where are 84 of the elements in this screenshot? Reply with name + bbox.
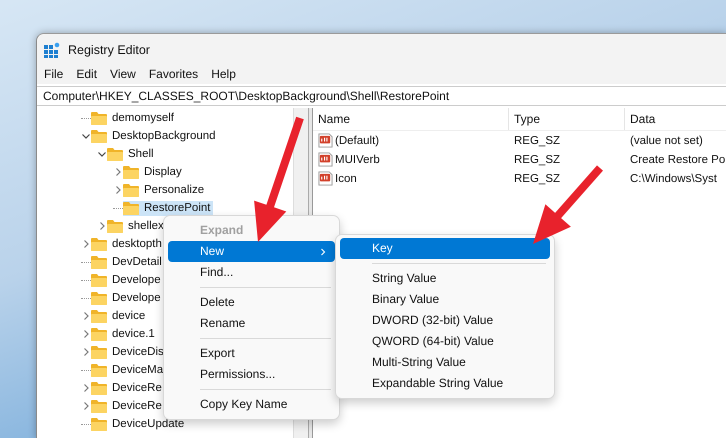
chevron-right-icon[interactable] bbox=[81, 329, 91, 339]
menu-item[interactable]: Edit bbox=[76, 67, 98, 81]
column-header[interactable]: Type bbox=[509, 108, 625, 130]
value-data: (value not set) bbox=[629, 134, 704, 146]
tree-item[interactable]: DeviceUpdate bbox=[91, 416, 188, 432]
tree-item[interactable]: desktopth bbox=[91, 236, 165, 252]
tree-item[interactable]: Develope bbox=[91, 290, 164, 306]
value-name[interactable]: (Default) bbox=[335, 134, 380, 146]
menu-item[interactable]: Delete bbox=[168, 292, 335, 313]
menu-item[interactable]: Binary Value bbox=[340, 289, 550, 310]
value-type: REG_SZ bbox=[513, 134, 562, 146]
value-name[interactable]: MUIVerb bbox=[335, 154, 380, 166]
tree-item[interactable]: RestorePoint bbox=[123, 200, 214, 216]
tree-item[interactable]: Develope bbox=[91, 272, 164, 288]
folder-icon bbox=[123, 184, 139, 196]
folder-icon bbox=[91, 418, 107, 430]
chevron-right-icon[interactable] bbox=[113, 185, 123, 195]
folder-icon bbox=[91, 238, 107, 250]
tree-item[interactable]: DeviceRe bbox=[91, 398, 165, 414]
string-value-icon bbox=[318, 133, 333, 148]
menu-item[interactable]: Key bbox=[340, 238, 550, 259]
tree-item[interactable]: DeviceRe bbox=[91, 380, 165, 396]
registry-grid-icon bbox=[44, 42, 60, 58]
menu-item[interactable]: Export bbox=[168, 343, 335, 364]
chevron-down-icon[interactable] bbox=[81, 131, 91, 141]
folder-icon bbox=[123, 202, 139, 214]
folder-icon bbox=[91, 310, 107, 322]
menu-item[interactable]: Help bbox=[211, 67, 236, 81]
menu-item[interactable]: QWORD (64-bit) Value bbox=[340, 331, 550, 352]
chevron-right-icon[interactable] bbox=[81, 311, 91, 321]
string-value-icon bbox=[318, 152, 333, 167]
menu-item[interactable]: String Value bbox=[340, 268, 550, 289]
tree-item[interactable]: DeviceDis bbox=[91, 344, 167, 360]
menu-item[interactable]: Copy Key Name bbox=[168, 394, 335, 415]
folder-icon bbox=[91, 382, 107, 394]
folder-icon bbox=[91, 328, 107, 340]
folder-icon bbox=[91, 346, 107, 358]
tree-item[interactable]: Display bbox=[123, 164, 185, 180]
value-data: Create Restore Po bbox=[629, 154, 726, 166]
folder-icon bbox=[91, 292, 107, 304]
value-name[interactable]: Icon bbox=[335, 172, 357, 184]
folder-icon bbox=[107, 148, 123, 160]
menu-item[interactable]: Favorites bbox=[148, 67, 198, 81]
folder-icon bbox=[91, 112, 107, 124]
window-title: Registry Editor bbox=[68, 42, 150, 56]
address-bar[interactable]: Computer\HKEY_CLASSES_ROOT\DesktopBackground\Shell\RestorePoint bbox=[37, 86, 726, 106]
tree-item[interactable]: device.1 bbox=[91, 326, 158, 342]
value-data: C:\Windows\Syst bbox=[629, 172, 718, 184]
menu-item[interactable]: New bbox=[168, 241, 335, 262]
value-type: REG_SZ bbox=[513, 172, 562, 184]
folder-icon bbox=[91, 256, 107, 268]
chevron-right-icon[interactable] bbox=[81, 383, 91, 393]
chevron-down-icon[interactable] bbox=[97, 149, 107, 159]
string-value-icon bbox=[318, 171, 333, 186]
tree-item[interactable]: demomyself bbox=[91, 110, 177, 126]
menu-item[interactable]: Multi-String Value bbox=[340, 352, 550, 373]
tree-item[interactable]: device bbox=[91, 308, 148, 324]
column-header[interactable]: Data bbox=[625, 108, 726, 130]
chevron-right-icon[interactable] bbox=[81, 239, 91, 249]
menu-item[interactable]: Find... bbox=[168, 262, 335, 283]
menu-item[interactable]: Permissions... bbox=[168, 364, 335, 385]
value-type: REG_SZ bbox=[513, 154, 562, 166]
folder-icon bbox=[91, 130, 107, 142]
column-header[interactable]: Name bbox=[313, 108, 509, 130]
chevron-right-icon[interactable] bbox=[113, 167, 123, 177]
folder-icon bbox=[123, 166, 139, 178]
folder-icon bbox=[91, 274, 107, 286]
menu-item[interactable]: Expandable String Value bbox=[340, 373, 550, 394]
menu-item[interactable]: Rename bbox=[168, 313, 335, 334]
menu-item[interactable]: File bbox=[44, 67, 64, 81]
tree-item[interactable]: DeviceMa bbox=[91, 362, 166, 378]
chevron-right-icon[interactable] bbox=[97, 221, 107, 231]
tree-item[interactable]: DevDetail bbox=[91, 254, 165, 270]
tree-item[interactable]: DesktopBackground bbox=[91, 128, 219, 144]
tree-item[interactable]: shellex bbox=[107, 218, 167, 234]
folder-icon bbox=[107, 220, 123, 232]
tree-item[interactable]: Shell bbox=[107, 146, 157, 162]
chevron-right-icon[interactable] bbox=[81, 347, 91, 357]
menu-item[interactable]: DWORD (32-bit) Value bbox=[340, 310, 550, 331]
folder-icon bbox=[91, 364, 107, 376]
folder-icon bbox=[91, 400, 107, 412]
chevron-right-icon[interactable] bbox=[81, 401, 91, 411]
menu-item[interactable]: View bbox=[110, 67, 136, 81]
tree-item[interactable]: Personalize bbox=[123, 182, 208, 198]
